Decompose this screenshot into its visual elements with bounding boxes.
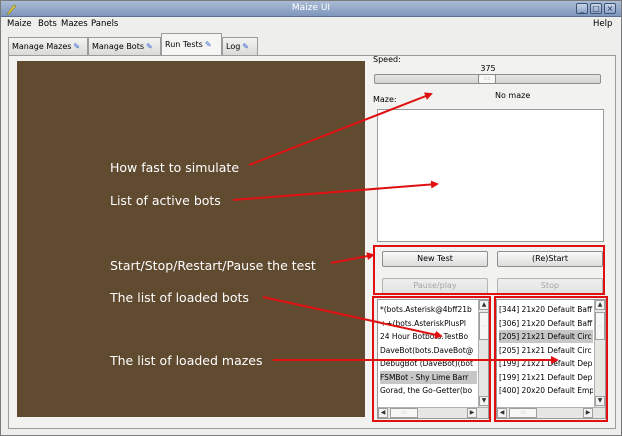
pin-icon[interactable]: ✎ [242,42,249,51]
tab-log[interactable]: Log ✎ [222,37,258,56]
annotation-controls: Start/Stop/Restart/Pause the test [110,258,316,273]
menu-bots[interactable]: Bots [38,19,57,29]
menu-bar: Maize Bots Mazes Panels Help [1,18,621,31]
new-test-button[interactable]: New Test [382,251,488,267]
scroll-left-icon[interactable]: ◀ [497,408,507,418]
scroll-right-icon[interactable]: ▶ [467,408,477,418]
tab-label: Manage Bots [92,42,145,51]
menu-help[interactable]: Help [593,19,612,29]
list-item[interactable]: [205] 21x21 Default Circ [499,344,593,357]
loaded-bots-list[interactable]: *(bots.Asterisk@4bff21b ++(bots.AsteriskP… [377,299,489,419]
maximize-icon[interactable]: □ [590,3,602,14]
title-bar[interactable]: Maize UI _ □ × [1,1,621,17]
menu-maize[interactable]: Maize [7,19,32,29]
list-item[interactable]: DebugBot (DaveBot)(bot [380,357,477,370]
tab-label: Manage Mazes [12,42,72,51]
speed-value: 375 [480,64,496,73]
pin-icon[interactable]: ✎ [205,40,212,49]
loaded-mazes-list[interactable]: [344] 21x20 Default Baff [306] 21x20 Defa… [496,299,606,419]
annotation-loaded-bots: The list of loaded bots [110,290,249,305]
list-item[interactable]: FSMBot - Shy Lime Barr [380,370,477,384]
stop-button[interactable]: Stop [497,278,603,294]
bots-vertical-scrollbar[interactable]: ▲ ::: ▼ [478,300,488,407]
annotation-active-bots: List of active bots [110,193,221,208]
list-item[interactable]: [344] 21x20 Default Baff [499,303,593,316]
close-icon[interactable]: × [604,3,616,14]
scroll-right-icon[interactable]: ▶ [583,408,593,418]
app-window: Maize UI _ □ × Maize Bots Mazes Panels H… [0,0,622,436]
bots-horizontal-scrollbar[interactable]: ◀ :::: ▶ [378,407,488,418]
list-item[interactable]: 24 Hour Botbots.TestBo [380,330,477,343]
list-item[interactable]: [306] 21x20 Default Baff [499,317,593,330]
slider-thumb[interactable]: ::::: [478,74,496,84]
minimize-icon[interactable]: _ [576,3,588,14]
scroll-down-icon[interactable]: ▼ [479,396,488,406]
pin-icon[interactable]: ✎ [146,42,153,51]
scroll-left-icon[interactable]: ◀ [378,408,388,418]
list-item[interactable]: [199] 21x21 Default Dep [499,357,593,370]
menu-panels[interactable]: Panels [91,19,118,29]
tab-manage-bots[interactable]: Manage Bots ✎ [88,37,161,56]
list-item[interactable]: *(bots.Asterisk@4bff21b [380,303,477,316]
annotation-loaded-mazes: The list of loaded mazes [110,353,263,368]
scroll-thumb[interactable]: :::: [390,408,418,418]
scroll-thumb[interactable]: ::: [595,312,605,340]
speed-slider[interactable]: ::::: [374,74,601,84]
tab-label: Log [226,42,241,51]
list-item[interactable]: ++(bots.AsteriskPlusPl [380,317,477,330]
speed-label: Speed: [373,55,401,64]
maze-value: No maze [495,91,531,100]
list-item[interactable]: [199] 21x21 Default Dep [499,371,593,384]
scroll-up-icon[interactable]: ▲ [595,300,605,310]
tab-label: Run Tests [165,40,203,49]
active-bots-list[interactable] [377,109,604,242]
list-item[interactable]: Gorad, the Go-Getter(bo [380,384,477,397]
scroll-thumb[interactable]: :::: [509,408,537,418]
pin-icon[interactable]: ✎ [73,42,80,51]
annotation-speed: How fast to simulate [110,160,240,175]
restart-button[interactable]: (Re)Start [497,251,603,267]
list-item[interactable]: [205] 21x21 Default Circ [499,330,593,343]
list-item[interactable]: DaveBot(bots.DaveBot@ [380,344,477,357]
mazes-horizontal-scrollbar[interactable]: ◀ :::: ▶ [497,407,605,418]
pause-play-button[interactable]: Pause/play [382,278,488,294]
list-item[interactable]: [400] 20x20 Default Emp [499,384,593,397]
tab-run-tests[interactable]: Run Tests ✎ [161,33,222,56]
maze-label: Maze: [373,95,397,104]
scroll-down-icon[interactable]: ▼ [595,396,605,406]
window-title: Maize UI [291,3,331,13]
menu-mazes[interactable]: Mazes [61,19,88,29]
scroll-thumb[interactable]: ::: [479,312,488,340]
tab-manage-mazes[interactable]: Manage Mazes ✎ [8,37,88,56]
mazes-vertical-scrollbar[interactable]: ▲ ::: ▼ [594,300,605,407]
scroll-up-icon[interactable]: ▲ [479,300,488,310]
